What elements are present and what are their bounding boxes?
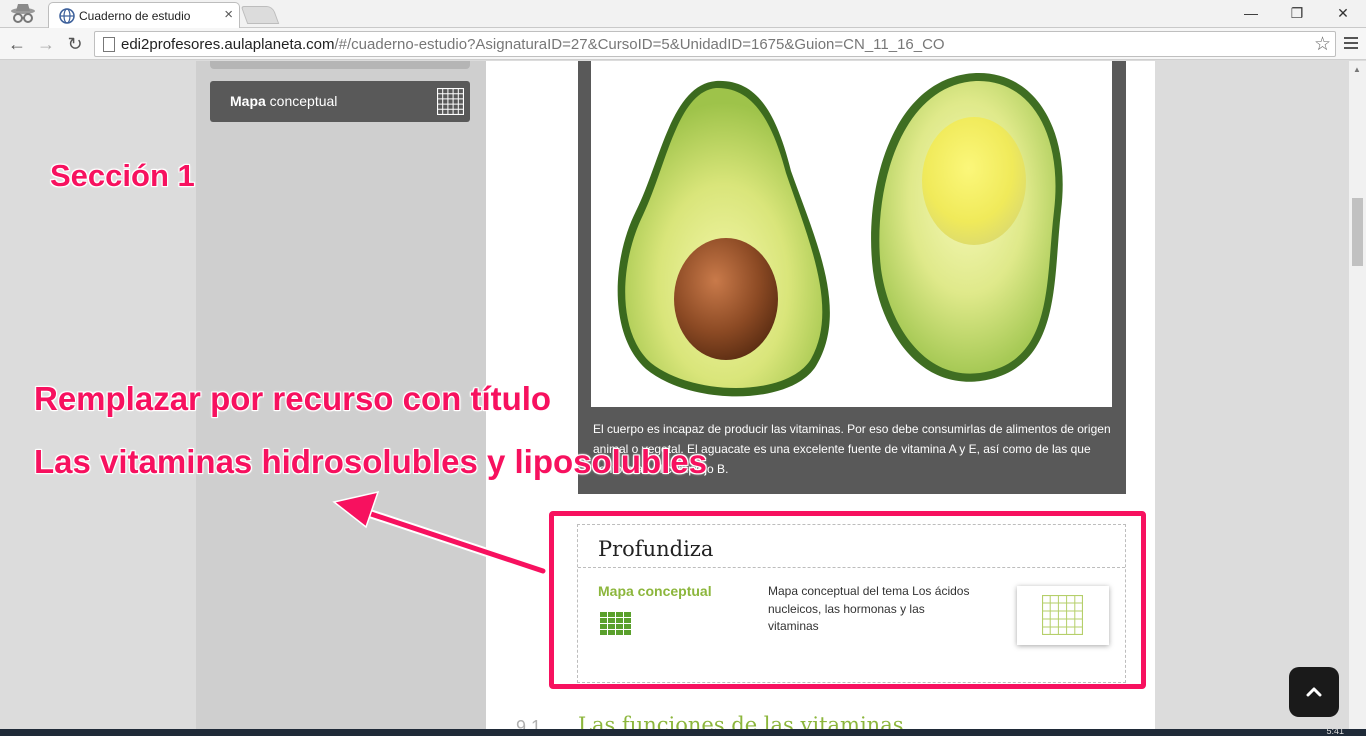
forward-button[interactable]: →	[34, 32, 58, 56]
page-icon	[103, 37, 115, 52]
url-host: edi2profesores.aulaplaneta.com	[121, 36, 335, 53]
browser-tabstrip: Cuaderno de estudio × — ❐ ✕	[0, 0, 1366, 28]
minimize-button[interactable]: —	[1228, 0, 1274, 26]
tab-title: Cuaderno de estudio	[79, 9, 191, 23]
address-bar[interactable]: edi2profesores.aulaplaneta.com/#/cuadern…	[94, 31, 1336, 57]
scroll-to-top-button[interactable]	[1289, 667, 1339, 717]
scroll-up-icon[interactable]: ▲	[1353, 65, 1361, 74]
close-window-button[interactable]: ✕	[1320, 0, 1366, 26]
page-scrollbar[interactable]: ▲	[1349, 61, 1366, 729]
browser-menu-icon[interactable]	[1342, 34, 1360, 54]
screen: Cuaderno de estudio × — ❐ ✕ ← → ↻ edi2pr…	[0, 0, 1366, 736]
taskbar-clock: 5:41	[1326, 726, 1344, 736]
scrollbar-thumb[interactable]	[1352, 198, 1363, 266]
maximize-button[interactable]: ❐	[1274, 0, 1320, 26]
url-text: edi2profesores.aulaplaneta.com/#/cuadern…	[121, 36, 945, 53]
os-taskbar: 5:41	[0, 726, 1366, 736]
browser-tab-active[interactable]: Cuaderno de estudio ×	[48, 2, 240, 28]
browser-toolbar: ← → ↻ edi2profesores.aulaplaneta.com/#/c…	[0, 28, 1366, 60]
incognito-icon	[11, 4, 35, 23]
reload-button[interactable]: ↻	[63, 32, 87, 56]
back-button[interactable]: ←	[5, 32, 29, 56]
bookmark-star-icon[interactable]: ☆	[1314, 33, 1331, 56]
tab-close-icon[interactable]: ×	[224, 6, 233, 24]
annotation-arrow-icon	[332, 490, 548, 576]
page-viewport: Mapa conceptual El cuerpo es incapaz de …	[0, 61, 1366, 736]
new-tab-button[interactable]	[240, 6, 280, 24]
chevron-up-icon	[1306, 687, 1322, 697]
url-path: /#/cuaderno-estudio?AsignaturaID=27&Curs…	[334, 36, 945, 53]
globe-icon	[59, 8, 75, 24]
